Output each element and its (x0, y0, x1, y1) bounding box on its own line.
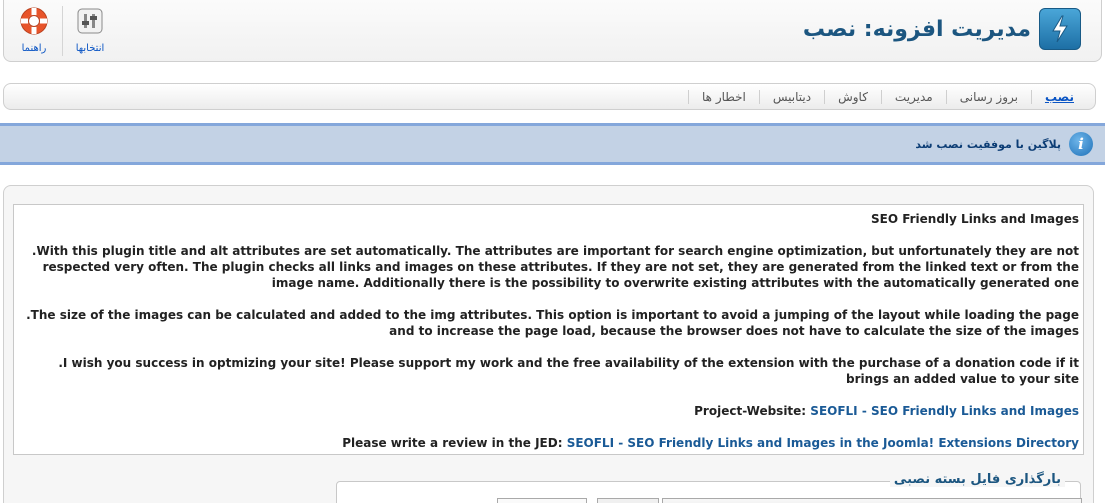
install-logo-icon (1039, 8, 1081, 50)
page-header: مدیریت افزونه: نصب (803, 5, 1081, 53)
submenu-tabs: نصب بروز رسانی مدیریت کاوش دیتابیس اخطار… (3, 83, 1096, 110)
toolbar-box: راهنما انتخابها مدیریت افزونه: نصب (3, 0, 1102, 62)
description-paragraph-3: .I wish you success in optmizing your si… (58, 356, 1079, 386)
toolbar-divider (62, 6, 63, 56)
tab-warnings[interactable]: اخطار ها (688, 89, 759, 104)
package-file-input[interactable] (662, 498, 1082, 503)
info-icon: i (1069, 132, 1093, 156)
message-text: پلاگین با موفقیت نصب شد (915, 137, 1061, 151)
options-label: انتخابها (75, 43, 105, 54)
help-label: راهنما (21, 43, 47, 54)
upload-install-button[interactable] (497, 498, 587, 503)
lifebuoy-icon (20, 7, 48, 35)
upload-legend: بارگذاری فایل بسته نصبی (889, 472, 1065, 487)
description-paragraph-1: .With this plugin title and alt attribut… (31, 244, 1079, 290)
description-paragraph-2: .The size of the images can be calculate… (26, 308, 1079, 338)
review-label: Please write a review in the JED: (342, 436, 563, 450)
project-website-link[interactable]: SEOFLI - SEO Friendly Links and Images (810, 404, 1079, 418)
description-title: SEO Friendly Links and Images (870, 212, 1079, 226)
jed-review-link[interactable]: SEOFLI - SEO Friendly Links and Images i… (567, 436, 1079, 450)
page-title: مدیریت افزونه: نصب (802, 16, 1031, 42)
project-website-label: Project-Website: (694, 404, 807, 418)
options-button[interactable]: انتخابها (66, 6, 114, 56)
extension-description: SEO Friendly Links and Images .With this… (13, 204, 1084, 455)
system-message: i پلاگین با موفقیت نصب شد (0, 123, 1105, 165)
review-line: Please write a review in the JED: SEOFLI… (16, 435, 1079, 451)
tab-database[interactable]: دیتابیس (758, 89, 824, 104)
project-website-line: Project-Website: SEOFLI - SEO Friendly L… (16, 403, 1079, 419)
browse-button[interactable] (597, 498, 659, 503)
options-icon (77, 8, 103, 34)
tab-manage[interactable]: مدیریت (880, 89, 946, 104)
lightning-icon (1052, 15, 1068, 43)
help-button[interactable]: راهنما (10, 6, 58, 56)
tab-install[interactable]: نصب (1030, 89, 1087, 104)
tab-discover[interactable]: کاوش (824, 89, 881, 104)
tab-update[interactable]: بروز رسانی (945, 89, 1031, 104)
